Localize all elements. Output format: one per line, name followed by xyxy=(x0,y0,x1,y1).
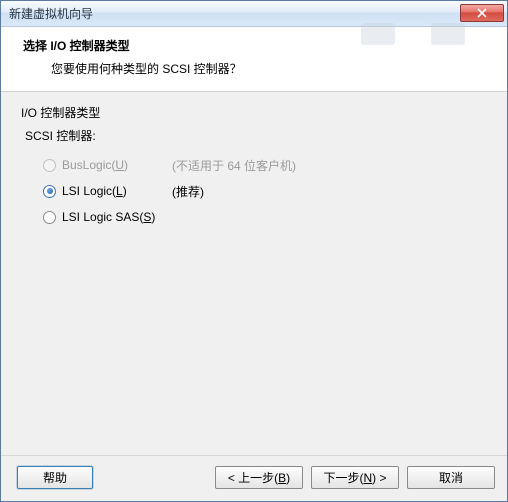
radio-label: BusLogic(U) xyxy=(62,158,172,172)
content-area: I/O 控制器类型 SCSI 控制器: BusLogic(U) (不适用于 64… xyxy=(1,92,507,455)
radio-option-buslogic: BusLogic(U) (不适用于 64 位客户机) xyxy=(43,152,487,178)
wizard-window: 新建虚拟机向导 选择 I/O 控制器类型 您要使用何种类型的 SCSI 控制器？… xyxy=(0,0,508,502)
radio-note: (推荐) xyxy=(172,183,204,200)
radio-label: LSI Logic(L) xyxy=(62,184,172,198)
radio-input[interactable] xyxy=(43,185,56,198)
sub-label: SCSI 控制器: xyxy=(25,127,487,144)
page-subtitle: 您要使用何种类型的 SCSI 控制器？ xyxy=(51,60,491,77)
scsi-radio-group: BusLogic(U) (不适用于 64 位客户机) LSI Logic(L) … xyxy=(43,152,487,230)
header-pane: 选择 I/O 控制器类型 您要使用何种类型的 SCSI 控制器？ xyxy=(1,27,507,92)
radio-note: (不适用于 64 位客户机) xyxy=(172,157,296,174)
window-title: 新建虚拟机向导 xyxy=(9,5,460,22)
close-icon xyxy=(477,8,487,18)
help-button[interactable]: 帮助 xyxy=(17,466,93,489)
cancel-button[interactable]: 取消 xyxy=(407,466,495,489)
radio-input[interactable] xyxy=(43,211,56,224)
page-title: 选择 I/O 控制器类型 xyxy=(23,37,491,54)
radio-label: LSI Logic SAS(S) xyxy=(62,210,172,224)
close-button[interactable] xyxy=(460,4,504,22)
next-button[interactable]: 下一步(N) > xyxy=(311,466,399,489)
titlebar: 新建虚拟机向导 xyxy=(1,1,507,27)
section-label: I/O 控制器类型 xyxy=(21,104,487,121)
footer: 帮助 < 上一步(B) 下一步(N) > 取消 xyxy=(1,455,507,501)
radio-option-lsilogic-sas[interactable]: LSI Logic SAS(S) xyxy=(43,204,487,230)
back-button[interactable]: < 上一步(B) xyxy=(215,466,303,489)
radio-option-lsilogic[interactable]: LSI Logic(L) (推荐) xyxy=(43,178,487,204)
radio-input xyxy=(43,159,56,172)
